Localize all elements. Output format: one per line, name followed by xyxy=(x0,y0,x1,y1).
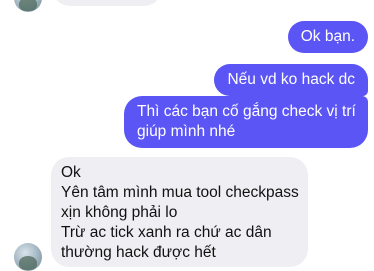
incoming-message-bubble[interactable]: Ok Yên tâm mình mua tool checkpass xịn k… xyxy=(51,157,308,267)
contact-avatar[interactable] xyxy=(14,243,42,271)
outgoing-message-bubble[interactable]: Nếu vd ko hack dc xyxy=(214,64,368,96)
outgoing-message-bubble[interactable]: Thì các bạn cố gắng check vị trí giúp mì… xyxy=(124,96,368,148)
message-text: thường hack được hết xyxy=(61,244,216,261)
message-text: xịn không phải lo xyxy=(61,204,178,221)
message-text: giúp mình nhé xyxy=(137,123,236,140)
incoming-message-bubble[interactable] xyxy=(52,0,162,6)
outgoing-message-bubble[interactable]: Ok bạn. xyxy=(287,21,368,53)
message-text: Nếu vd ko hack dc xyxy=(227,71,355,88)
message-text: Ok bạn. xyxy=(300,28,355,45)
message-text: Yên tâm mình mua tool checkpass xyxy=(61,184,299,201)
contact-avatar[interactable] xyxy=(14,0,42,12)
message-text: Trừ ac tick xanh ra chứ ac dân xyxy=(61,224,272,241)
message-text: Thì các bạn cố gắng check vị trí xyxy=(137,103,356,120)
message-text: Ok xyxy=(61,164,81,181)
